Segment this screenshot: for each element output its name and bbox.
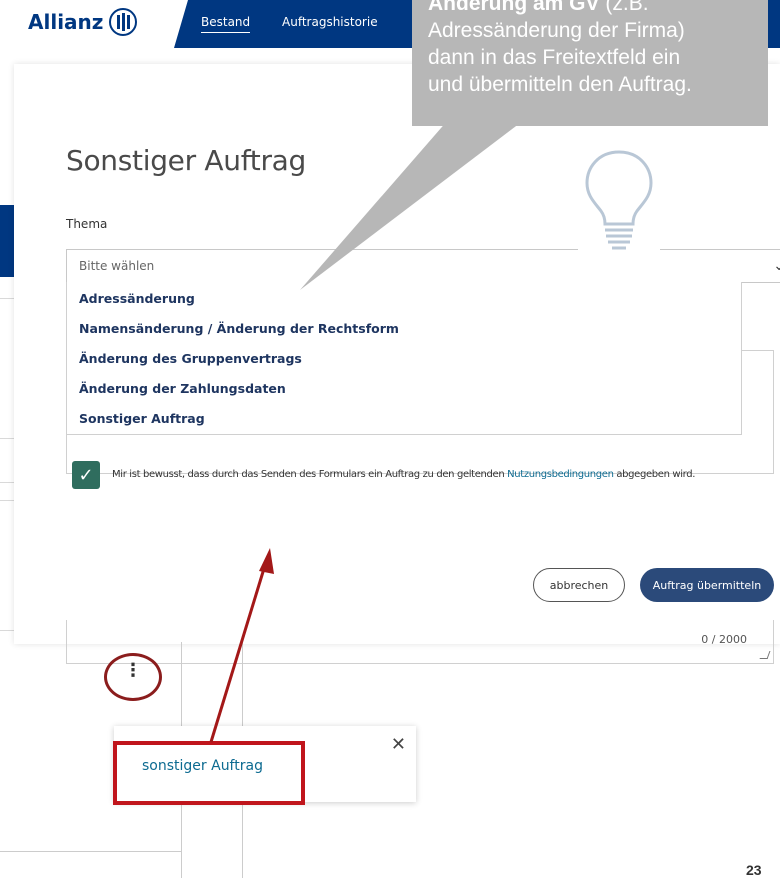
dropdown-option-namensaenderung[interactable]: Namensänderung / Änderung der Rechtsform [79, 321, 399, 336]
close-icon[interactable]: ✕ [391, 734, 406, 755]
submit-button[interactable]: Auftrag übermitteln [640, 568, 774, 602]
consent-text-end: abgegeben wird. [613, 469, 696, 480]
nav-item-auftragshistorie[interactable]: Auftragshistorie [282, 15, 378, 29]
dropdown-option-sonstiger-auftrag[interactable]: Sonstiger Auftrag [79, 411, 205, 426]
resize-handle-icon[interactable] [759, 651, 771, 659]
callout-line1: (z.B. [599, 0, 649, 15]
sonstiger-auftrag-modal: Sonstiger Auftrag Thema Bitte wählen ⌄ A… [14, 64, 780, 664]
callout-line4: und übermitteln den Auftrag. [428, 73, 692, 96]
dropdown-option-adressaenderung[interactable]: Adressänderung [79, 291, 195, 306]
thema-select[interactable]: Bitte wählen ⌄ [66, 249, 780, 283]
char-counter: 0 / 2000 [701, 633, 747, 646]
chevron-down-icon[interactable]: ⌄ [773, 257, 780, 274]
char-counter-area: 0 / 2000 [66, 620, 774, 664]
allianz-eagle-icon [109, 8, 138, 36]
consent-text: Mir ist bewusst, dass durch das Senden d… [112, 469, 695, 480]
thema-dropdown-list: Adressänderung Namensänderung / Änderung… [66, 282, 742, 435]
callout-line3: dann in das Freitextfeld ein [428, 46, 681, 69]
annotation-circle [104, 653, 162, 701]
thema-label: Thema [66, 217, 108, 231]
nav-item-bestand[interactable]: Bestand [201, 15, 251, 33]
dropdown-option-gruppenvertrag[interactable]: Änderung des Gruppenvertrags [79, 351, 302, 366]
select-placeholder: Bitte wählen [79, 259, 155, 273]
callout-text: Änderung am GV (z.B. Adressänderung der … [428, 0, 768, 98]
table-bottom-divider [0, 851, 182, 852]
checkmark-icon: ✓ [78, 464, 94, 486]
nutzungsbedingungen-link[interactable]: Nutzungsbedingungen [507, 469, 614, 480]
callout-bold: Änderung am GV [428, 0, 600, 15]
page-number: 23 [746, 862, 762, 878]
callout-line2: Adressänderung der Firma) [428, 19, 685, 42]
dropdown-option-zahlungsdaten[interactable]: Änderung der Zahlungsdaten [79, 381, 286, 396]
brand-name: Allianz [28, 10, 104, 34]
consent-checkbox[interactable]: ✓ [72, 461, 100, 489]
consent-text-start: Mir ist bewusst, dass durch das Senden d… [112, 469, 508, 480]
modal-title: Sonstiger Auftrag [66, 144, 306, 177]
annotation-highlight-box [113, 741, 305, 805]
allianz-logo[interactable]: Allianz [28, 8, 138, 36]
lightbulb-icon [578, 140, 660, 260]
cancel-button[interactable]: abbrechen [533, 568, 625, 602]
